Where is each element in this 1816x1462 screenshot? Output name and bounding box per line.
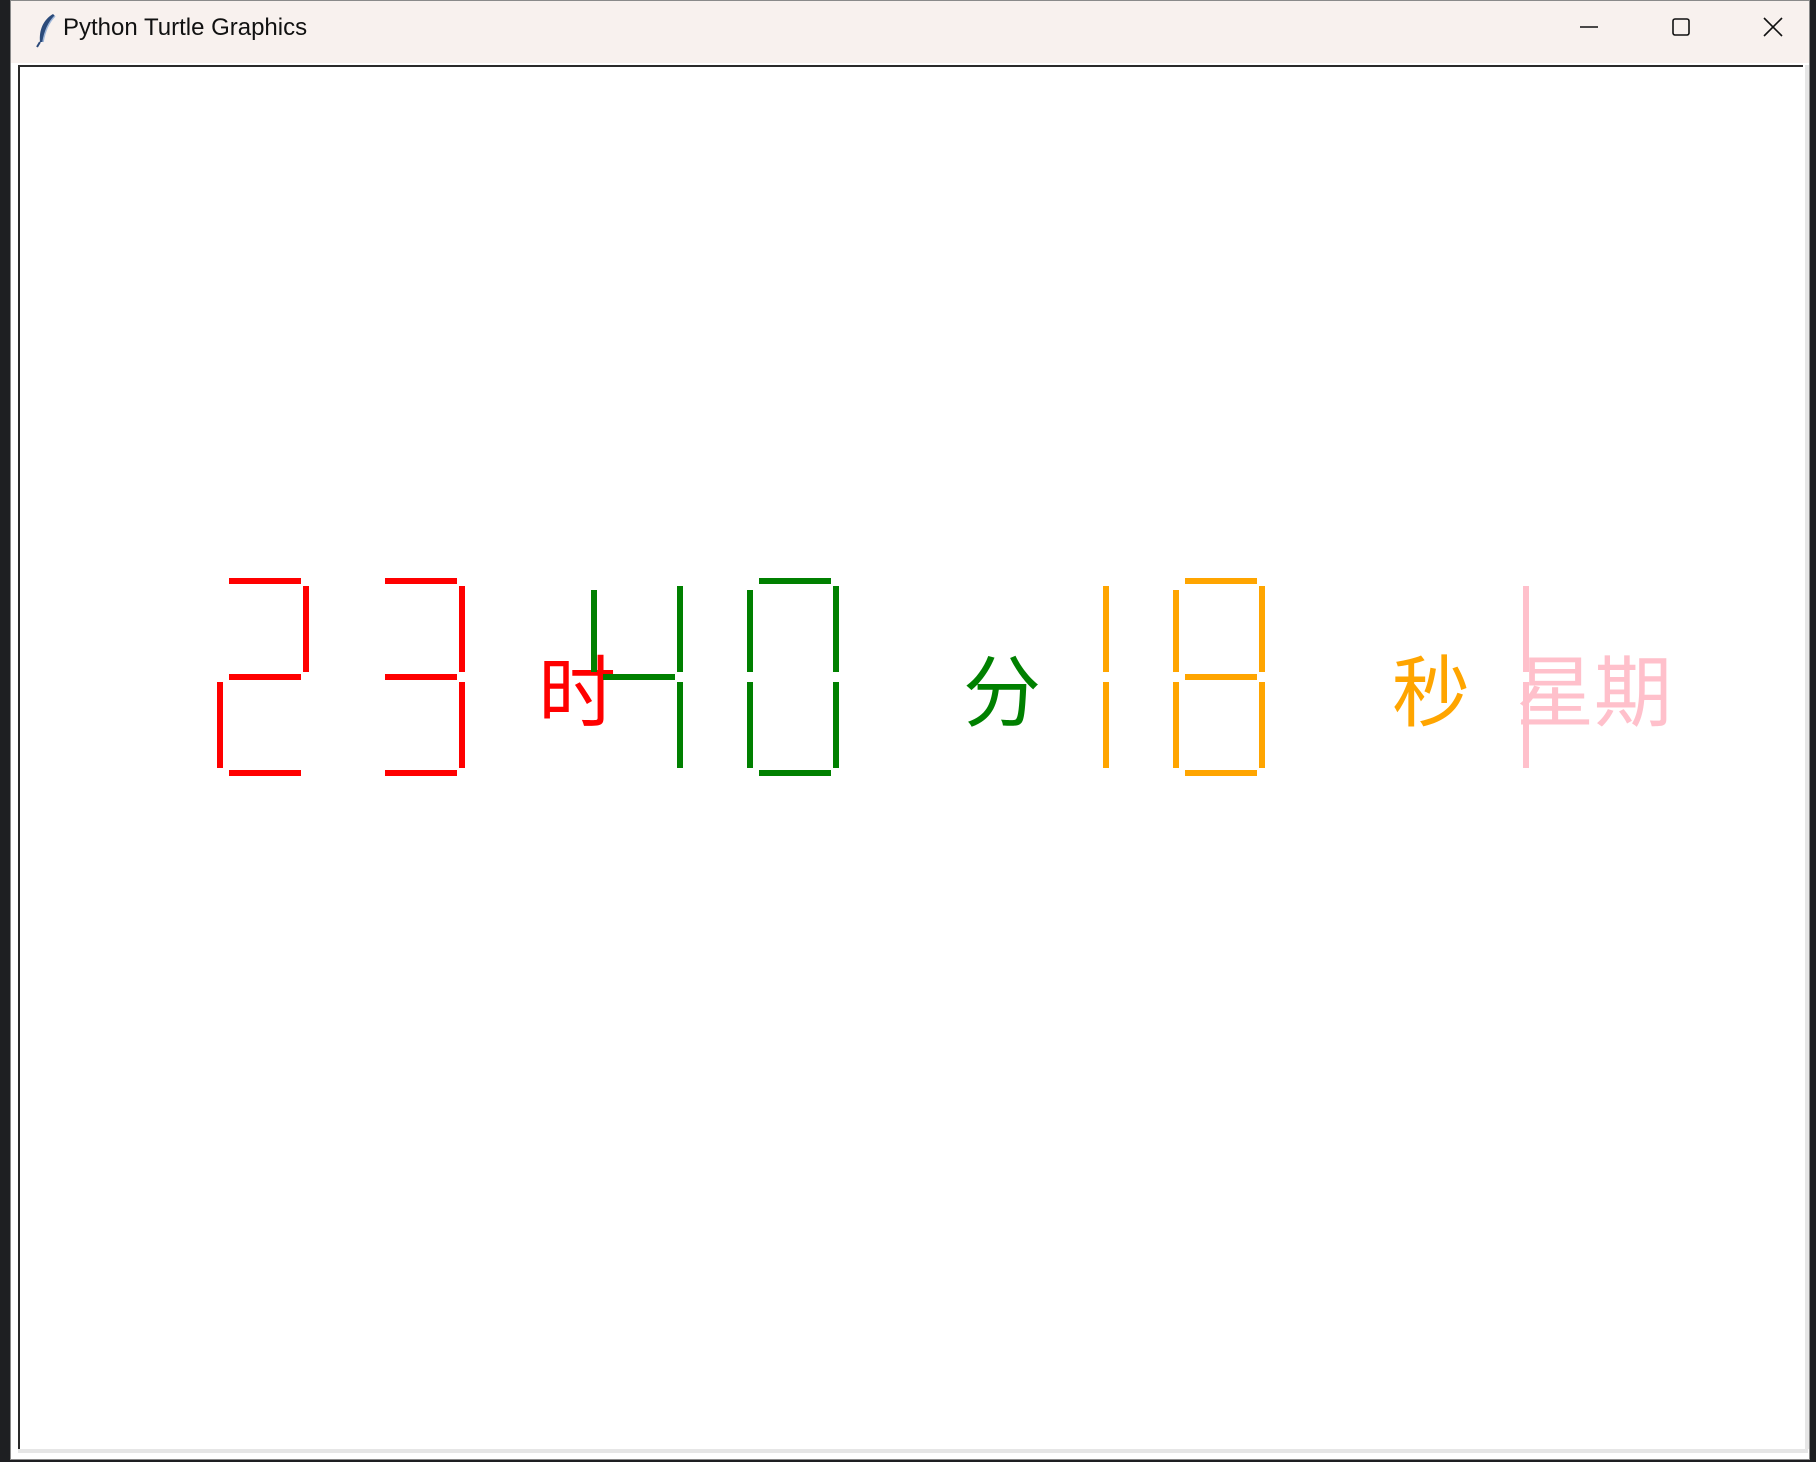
digit-2 [217,578,309,776]
turtle-canvas[interactable]: 时 分 秒 星期 [18,65,1803,1449]
maximize-icon [1670,16,1692,38]
horizontal-scrollbar[interactable] [18,1449,1808,1453]
digit-8 [1173,578,1265,776]
second-digits [1103,578,1265,776]
weekday-label: 星期 [1516,649,1672,739]
digit-4 [591,586,683,768]
hour-digits [217,578,465,776]
digit-3 [385,578,465,776]
digit-0 [747,578,839,776]
maximize-button[interactable] [1635,1,1727,53]
hour-label: 时 [538,649,616,739]
close-icon [1762,16,1784,38]
turtle-window: Python Turtle Graphics 时 分 秒 星期 [10,0,1810,1460]
vertical-scrollbar[interactable] [1805,65,1809,1449]
window-title: Python Turtle Graphics [63,14,308,41]
close-button[interactable] [1727,1,1816,53]
title-bar[interactable]: Python Turtle Graphics [11,1,1809,63]
second-label: 秒 [1392,649,1470,739]
minute-label: 分 [963,649,1041,739]
clock-display: 时 分 秒 星期 [217,578,1672,776]
minimize-button[interactable] [1543,1,1635,53]
minimize-icon [1578,16,1600,38]
feather-icon [31,12,61,48]
minute-digits [591,578,839,776]
